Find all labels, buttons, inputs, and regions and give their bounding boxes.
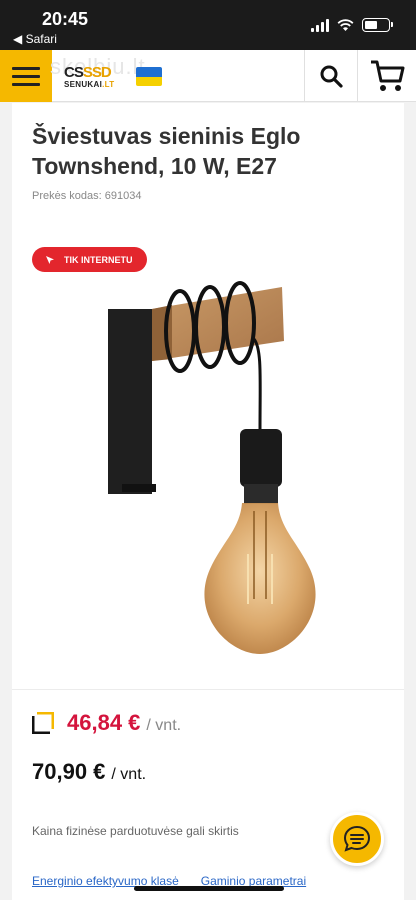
home-indicator[interactable] xyxy=(134,886,284,891)
product-title: Šviestuvas sieninis Eglo Townshend, 10 W… xyxy=(32,123,301,179)
search-button[interactable] xyxy=(304,50,357,102)
status-bar: 20:45 ◀ Safari xyxy=(0,0,416,50)
chat-button[interactable] xyxy=(330,812,384,866)
badge-label: TIK INTERNETU xyxy=(64,254,133,265)
ukraine-flag-icon xyxy=(136,67,162,86)
loyalty-price-unit: / vnt. xyxy=(146,717,182,734)
cellular-signal-icon xyxy=(311,18,329,32)
loyalty-price-value: 46,84 € xyxy=(67,710,141,735)
cart-icon xyxy=(371,60,405,91)
site-header: skelbiu.lt CSSSD SENUKAI.LT xyxy=(0,50,416,102)
product-image[interactable] xyxy=(92,279,322,664)
wifi-icon xyxy=(337,18,354,31)
online-only-badge: TIK INTERNETU xyxy=(32,247,147,272)
regular-price-value: 70,90 € xyxy=(32,759,106,784)
product-card: Šviestuvas sieninis Eglo Townshend, 10 W… xyxy=(12,103,404,900)
status-icons xyxy=(311,18,393,32)
senukai-logo[interactable]: CSSSD SENUKAI.LT xyxy=(64,65,114,89)
regular-price-unit: / vnt. xyxy=(111,766,147,783)
loyalty-card-price-icon xyxy=(32,712,54,734)
cart-button[interactable] xyxy=(357,50,416,102)
back-to-safari-link[interactable]: ◀ Safari xyxy=(13,32,57,46)
store-price-note: Kaina fizinėse parduotuvėse gali skirtis xyxy=(32,824,239,838)
search-icon xyxy=(320,65,343,88)
loyalty-price: 46,84 € / vnt. xyxy=(67,710,181,736)
product-sku: Prekės kodas: 691034 xyxy=(32,190,142,202)
regular-price: 70,90 € / vnt. xyxy=(32,759,146,785)
chat-bubble-icon xyxy=(343,825,371,852)
divider xyxy=(12,689,404,690)
cursor-icon xyxy=(46,255,54,264)
menu-button[interactable] xyxy=(0,50,52,102)
status-time: 20:45 xyxy=(42,9,89,29)
battery-icon xyxy=(362,18,393,32)
